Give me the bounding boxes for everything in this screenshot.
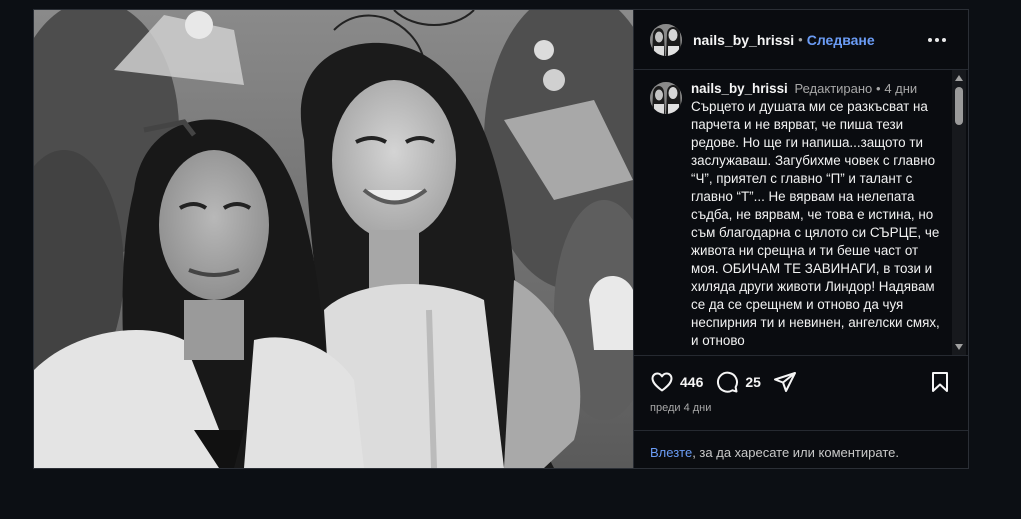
caption-username[interactable]: nails_by_hrissi [691,81,788,96]
share-button[interactable] [773,370,797,394]
post-dialog: nails_by_hrissi • Следване nails_by_hris… [33,9,969,469]
bookmark-icon [932,372,948,392]
scrollbar[interactable] [952,70,966,355]
caption: nails_by_hrissi Редактирано • 4 дни Сърц… [634,70,968,350]
post-timestamp[interactable]: преди 4 дни [634,402,968,414]
comments-count[interactable]: 25 [745,374,761,390]
avatar[interactable] [650,23,682,56]
scroll-down-arrow-icon[interactable] [955,344,963,350]
likes-count[interactable]: 446 [680,374,703,390]
like-button[interactable]: 446 [650,370,703,394]
caption-meta: nails_by_hrissi Редактирано • 4 дни [691,80,941,98]
photo-illustration [34,10,633,468]
post-header: nails_by_hrissi • Следване [634,10,968,70]
heart-icon [651,372,673,392]
caption-text: Сърцето и душата ми се разкъсват на парч… [691,99,940,348]
header-separator: • [798,32,803,47]
header-username[interactable]: nails_by_hrissi [693,32,794,48]
post-photo[interactable] [34,10,633,468]
login-link[interactable]: Влезте [650,445,692,460]
comment-icon [717,371,739,393]
caption-separator: • [876,81,881,96]
scroll-thumb[interactable] [955,87,963,125]
follow-button[interactable]: Следване [807,32,875,48]
more-options-icon[interactable] [922,32,952,48]
login-prompt: Влезте, за да харесате или коментирате. [634,430,968,468]
comments-panel[interactable]: nails_by_hrissi Редактирано • 4 дни Сърц… [634,70,968,356]
post-sidebar: nails_by_hrissi • Следване nails_by_hris… [633,10,968,468]
share-icon [773,372,796,392]
caption-avatar[interactable] [650,82,682,114]
caption-body: nails_by_hrissi Редактирано • 4 дни Сърц… [691,80,941,350]
comment-button[interactable]: 25 [715,370,761,394]
save-button[interactable] [928,370,952,394]
caption-age[interactable]: 4 дни [884,81,917,96]
action-bar: 446 25 [634,362,968,402]
edited-label: Редактирано [794,81,873,96]
scroll-up-arrow-icon[interactable] [955,75,963,81]
login-prompt-text: , за да харесате или коментирате. [692,445,899,460]
